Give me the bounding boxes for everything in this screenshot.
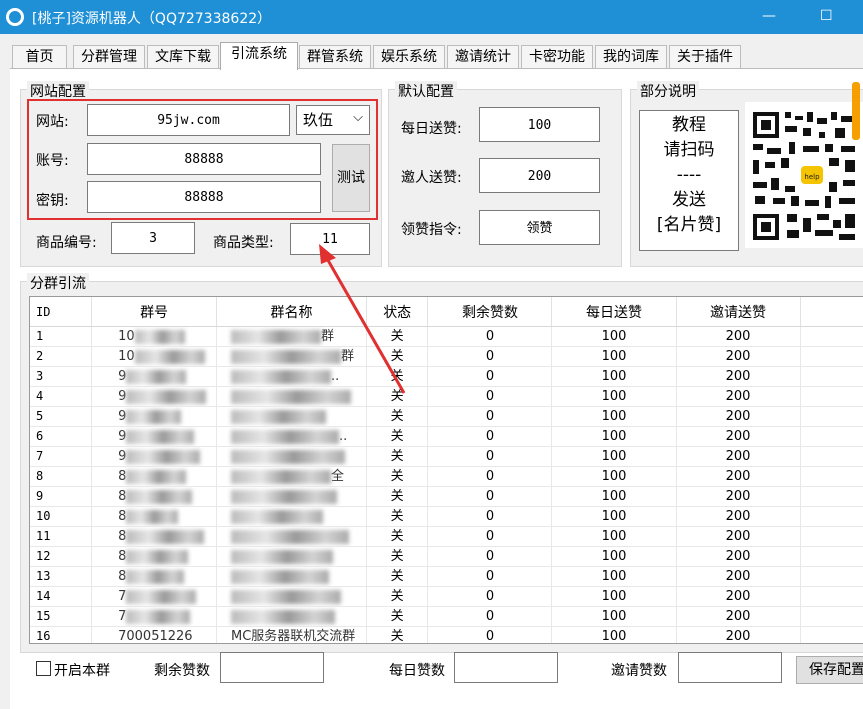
annotation-arrow (319, 244, 406, 394)
tab-traffic-system[interactable]: 引流系统 (220, 42, 298, 70)
remaining-likes-input[interactable] (220, 652, 324, 683)
daily-likes-input[interactable] (454, 652, 558, 683)
daily-likes-label: 每日赞数 (389, 663, 445, 679)
remaining-likes-label: 剩余赞数 (154, 663, 210, 679)
save-config-button[interactable]: 保存配置 (796, 656, 863, 684)
enable-group-label: 开启本群 (54, 663, 110, 679)
invite-likes-input[interactable] (678, 652, 782, 683)
invite-likes-label: 邀请赞数 (611, 663, 667, 679)
enable-group-checkbox[interactable] (36, 661, 51, 676)
